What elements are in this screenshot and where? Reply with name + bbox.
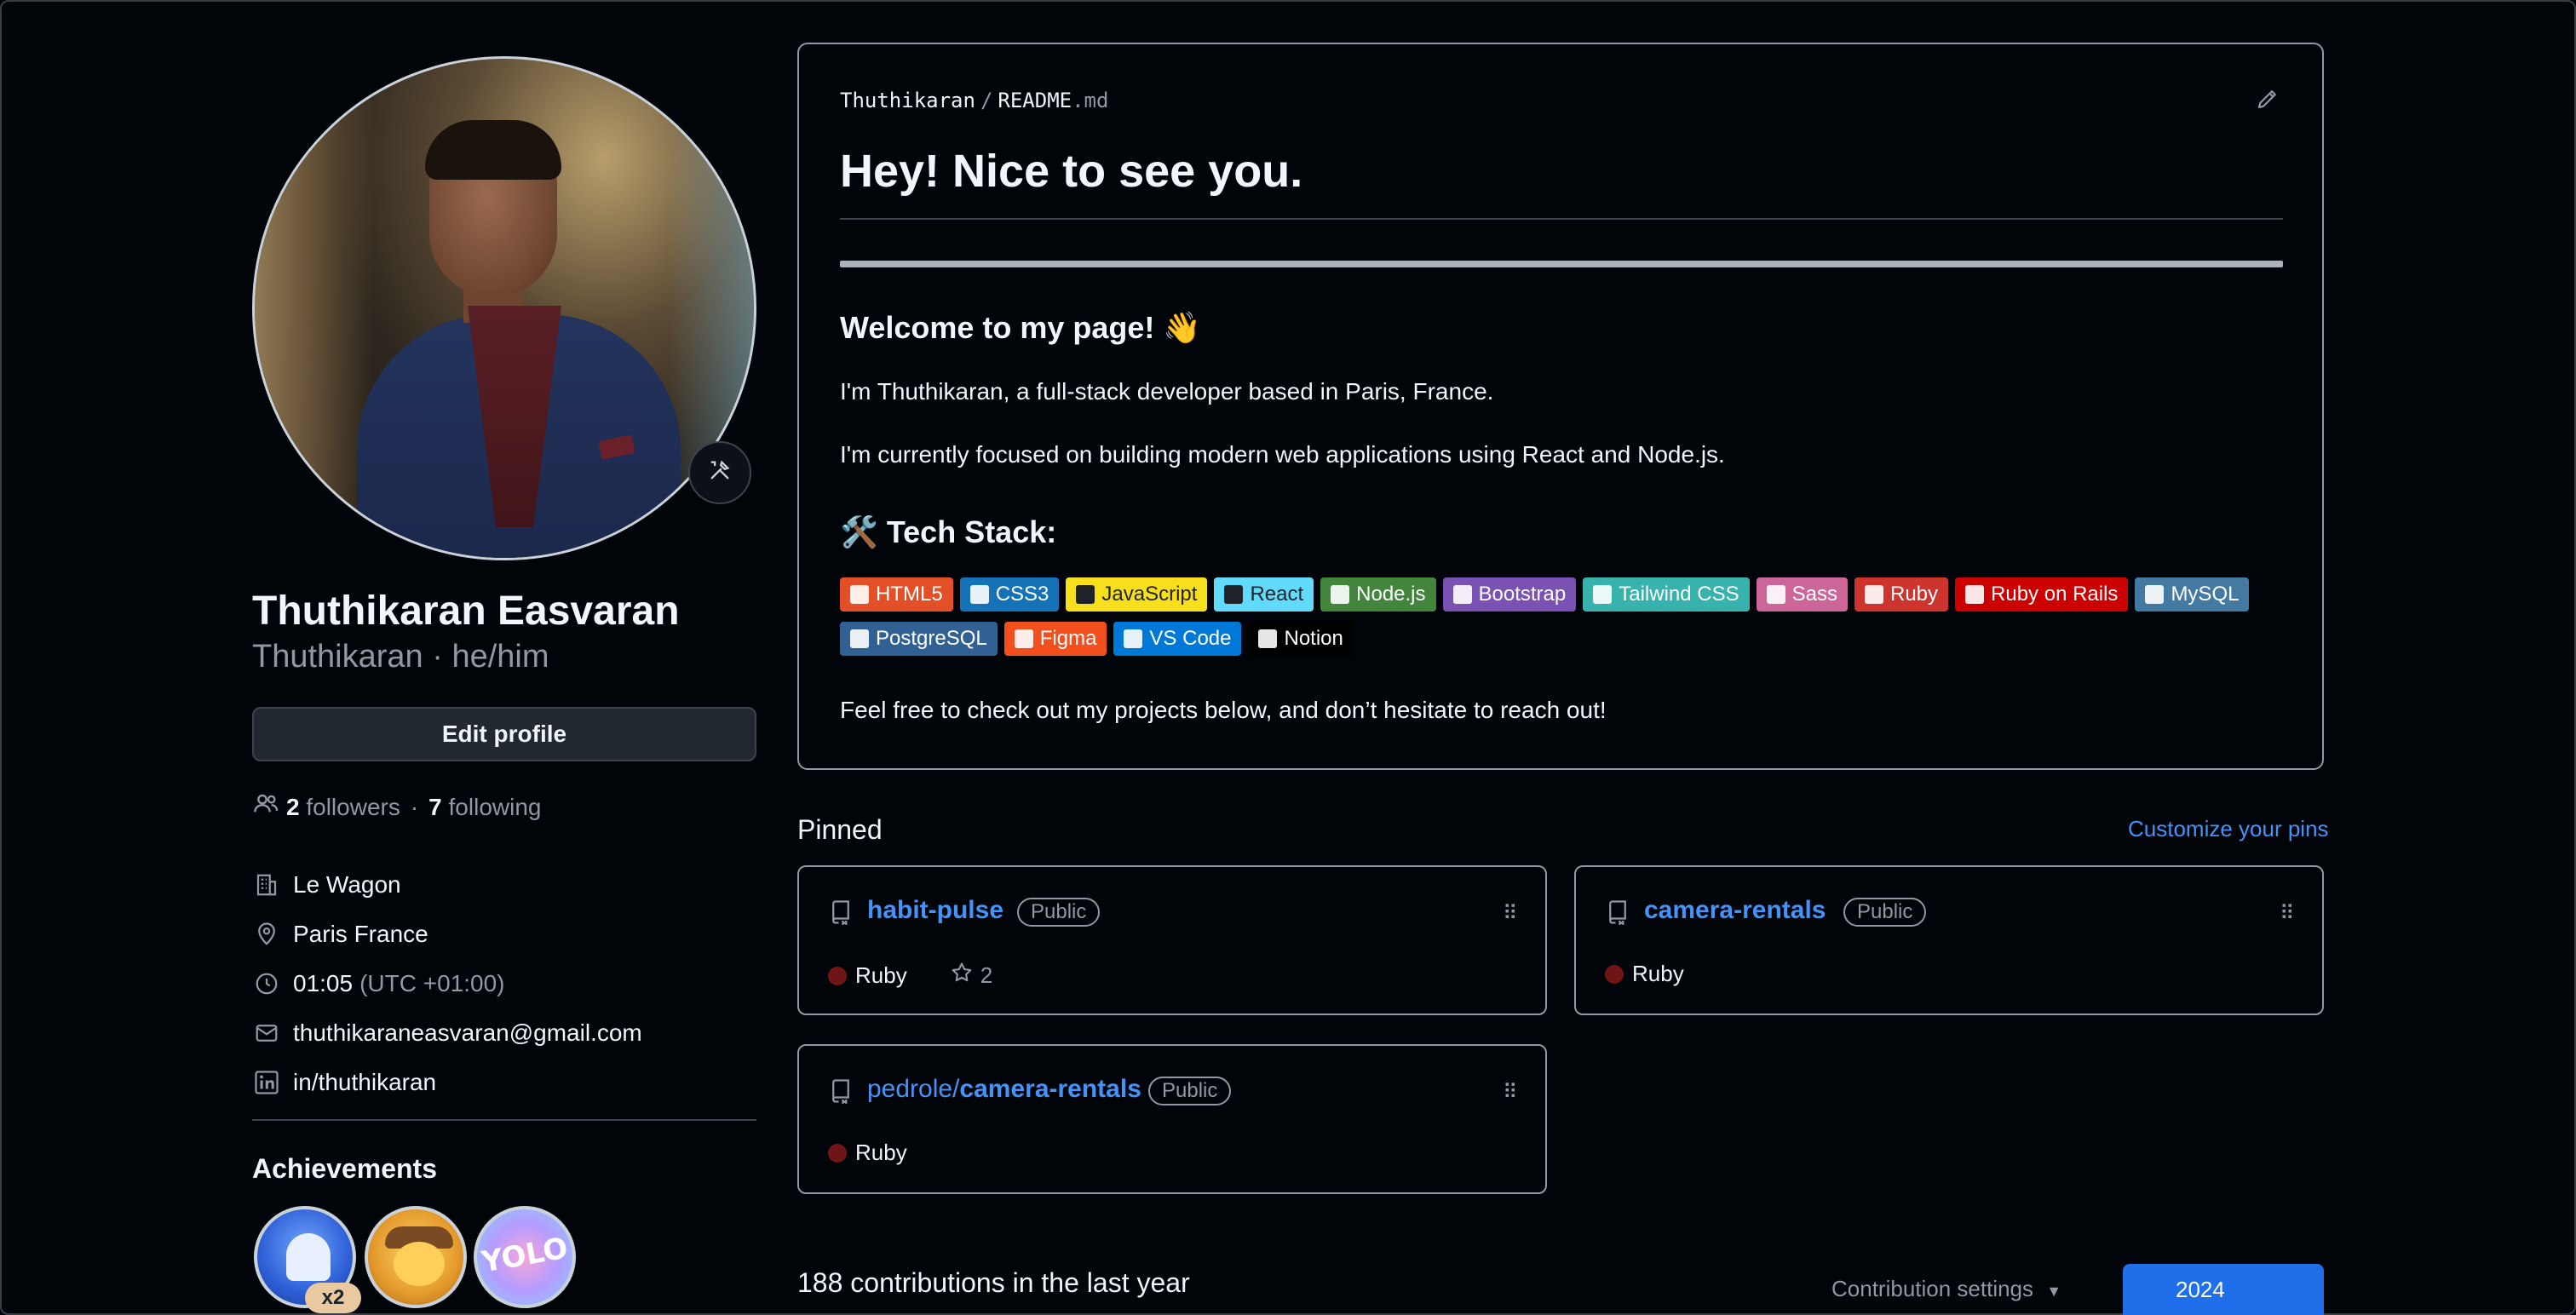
language-color-dot bbox=[828, 966, 847, 985]
email-row: thuthikaraneasvaran@gmail.com bbox=[252, 1008, 642, 1058]
tech-badge-javascript[interactable]: JavaScript bbox=[1066, 577, 1208, 612]
visibility-badge: Public bbox=[1148, 1077, 1232, 1105]
outro-paragraph: Feel free to check out my projects below… bbox=[840, 697, 1607, 723]
sidebar-divider bbox=[252, 1119, 756, 1121]
mail-icon bbox=[252, 1019, 281, 1048]
repo-link[interactable]: habit-pulse bbox=[867, 896, 1003, 925]
star-icon bbox=[950, 961, 974, 991]
following-link[interactable]: 7 following bbox=[428, 794, 541, 821]
tech-badge-vscode[interactable]: VS Code bbox=[1113, 622, 1242, 656]
pinned-repo-card: habit-pulse Public ⠿ Ruby 2 bbox=[797, 865, 1547, 1015]
profile-username: Thuthikaran · he/him bbox=[252, 639, 549, 675]
follow-stats: 2 followers · 7 following bbox=[252, 790, 541, 824]
language-color-dot bbox=[828, 1143, 847, 1163]
intro-paragraph: I'm Thuthikaran, a full-stack developer … bbox=[840, 378, 1494, 405]
edit-readme-button[interactable] bbox=[2251, 83, 2285, 118]
tech-badge-rails[interactable]: Ruby on Rails bbox=[1955, 577, 2129, 612]
language-color-dot bbox=[1605, 964, 1624, 984]
location-pin-icon bbox=[252, 920, 281, 949]
readme-card: Thuthikaran / README.md Hey! Nice to see y… bbox=[797, 43, 2324, 770]
tech-badge-notion[interactable]: Notion bbox=[1248, 622, 1354, 656]
tech-stack-heading: 🛠️ Tech Stack: bbox=[840, 514, 1057, 549]
stars-link[interactable]: 2 bbox=[950, 961, 992, 991]
linkedin-row: in/thuthikaran bbox=[252, 1058, 642, 1107]
achievement-badge-yolo[interactable]: YOLO bbox=[474, 1206, 576, 1308]
tech-badge-html5[interactable]: HTML5 bbox=[840, 577, 953, 612]
repo-meta: Ruby 2 bbox=[828, 961, 992, 991]
repo-link[interactable]: pedrole/camera-rentals bbox=[867, 1075, 1141, 1104]
tech-badge-css3[interactable]: CSS3 bbox=[959, 577, 1060, 612]
repo-icon bbox=[828, 1078, 854, 1105]
email-link[interactable]: thuthikaraneasvaran@gmail.com bbox=[293, 1019, 642, 1047]
pencil-icon bbox=[2255, 86, 2280, 116]
readme-owner-link[interactable]: Thuthikaran bbox=[840, 89, 975, 112]
achievements-title: Achievements bbox=[252, 1153, 437, 1184]
readme-breadcrumb: Thuthikaran / README.md bbox=[840, 89, 1109, 112]
tech-badge-tailwind[interactable]: Tailwind CSS bbox=[1583, 577, 1750, 612]
achievement-badge-cowboy[interactable] bbox=[365, 1206, 467, 1308]
tech-badge-figma[interactable]: Figma bbox=[1003, 622, 1107, 656]
year-2024-button[interactable]: 2024 bbox=[2123, 1264, 2324, 1315]
set-status-button[interactable] bbox=[688, 441, 751, 504]
tech-badge-react[interactable]: React bbox=[1214, 577, 1314, 612]
profile-details: Le Wagon Paris France 01:05 (UTC +01:00)… bbox=[252, 860, 642, 1107]
profile-name: Thuthikaran Easvaran bbox=[252, 589, 680, 634]
visibility-badge: Public bbox=[1017, 898, 1101, 927]
heading-underline bbox=[840, 218, 2283, 220]
contribution-settings-dropdown[interactable]: Contribution settings ▼ bbox=[1831, 1276, 2061, 1302]
drag-handle-icon[interactable]: ⠿ bbox=[1503, 1080, 1518, 1105]
clock-icon bbox=[252, 969, 281, 998]
avatar[interactable] bbox=[252, 56, 756, 560]
tech-badge-nodejs[interactable]: Node.js bbox=[1320, 577, 1436, 612]
caret-down-icon: ▼ bbox=[2046, 1283, 2062, 1300]
people-icon bbox=[252, 790, 279, 824]
organization-row: Le Wagon bbox=[252, 860, 642, 910]
repo-link[interactable]: camera-rentals bbox=[1644, 896, 1826, 925]
tools-icon bbox=[708, 458, 732, 488]
focus-paragraph: I'm currently focused on building modern… bbox=[840, 441, 1725, 468]
repo-icon bbox=[1605, 899, 1630, 926]
tech-badge-sass[interactable]: Sass bbox=[1756, 577, 1848, 612]
location-row: Paris France bbox=[252, 910, 642, 959]
visibility-badge: Public bbox=[1843, 898, 1927, 927]
contributions-summary: 188 contributions in the last year bbox=[797, 1267, 1190, 1298]
organization-icon bbox=[252, 870, 281, 899]
repo-meta: Ruby bbox=[1605, 961, 1684, 987]
horizontal-rule bbox=[840, 261, 2283, 267]
tech-badge-postgresql[interactable]: PostgreSQL bbox=[840, 622, 998, 656]
welcome-heading: Welcome to my page! 👋 bbox=[840, 310, 1202, 345]
drag-handle-icon[interactable]: ⠿ bbox=[1503, 901, 1518, 926]
customize-pins-link[interactable]: Customize your pins bbox=[2128, 816, 2329, 842]
drag-handle-icon[interactable]: ⠿ bbox=[2280, 901, 2295, 926]
linkedin-icon bbox=[252, 1068, 281, 1097]
edit-profile-button[interactable]: Edit profile bbox=[252, 707, 756, 761]
pinned-repo-card: camera-rentals Public ⠿ Ruby bbox=[1574, 865, 2324, 1015]
pinned-repo-card: pedrole/camera-rentals Public ⠿ Ruby bbox=[797, 1044, 1547, 1194]
pinned-title: Pinned bbox=[797, 814, 883, 845]
readme-file-link[interactable]: README.md bbox=[998, 89, 1108, 112]
tech-badges: HTML5 CSS3 JavaScript React Node.js Boot… bbox=[840, 577, 2288, 656]
tech-badge-bootstrap[interactable]: Bootstrap bbox=[1442, 577, 1577, 612]
tech-badge-mysql[interactable]: MySQL bbox=[2135, 577, 2250, 612]
achievement-count-badge: x2 bbox=[305, 1283, 361, 1313]
profile-avatar-container bbox=[252, 56, 756, 560]
followers-link[interactable]: 2 followers bbox=[286, 794, 400, 821]
repo-icon bbox=[828, 899, 854, 926]
tech-badge-ruby[interactable]: Ruby bbox=[1854, 577, 1949, 612]
linkedin-link[interactable]: in/thuthikaran bbox=[293, 1069, 436, 1096]
repo-meta: Ruby bbox=[828, 1140, 907, 1166]
local-time-row: 01:05 (UTC +01:00) bbox=[252, 959, 642, 1008]
readme-heading: Hey! Nice to see you. bbox=[840, 146, 1303, 197]
